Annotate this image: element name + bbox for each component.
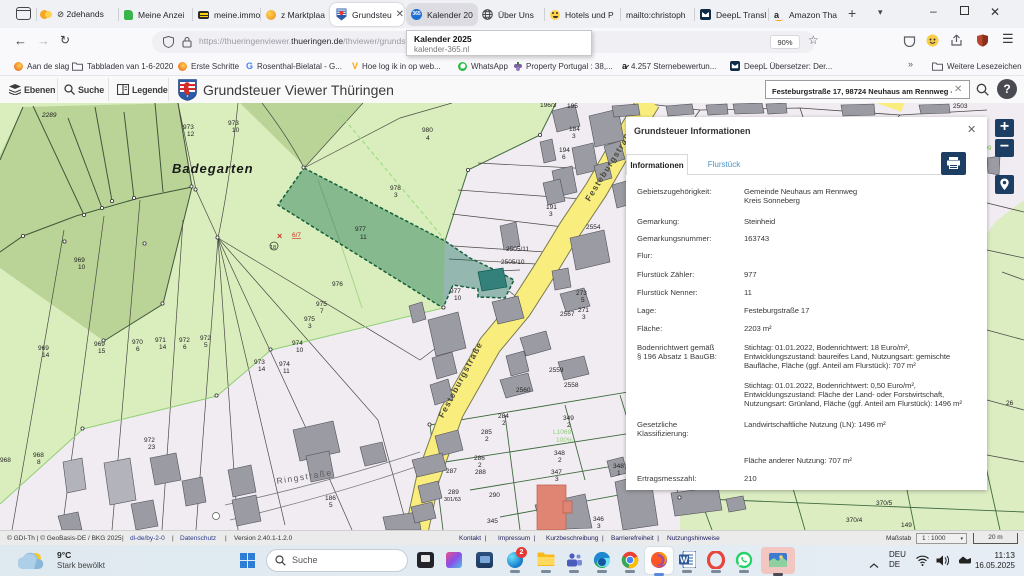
svg-text:289: 289 bbox=[448, 489, 459, 496]
svg-text:968: 968 bbox=[33, 452, 44, 459]
svg-text:271: 271 bbox=[578, 307, 589, 314]
svg-text:348: 348 bbox=[613, 463, 624, 470]
svg-text:2554: 2554 bbox=[586, 224, 601, 231]
svg-text:287: 287 bbox=[446, 468, 457, 475]
svg-text:3: 3 bbox=[597, 523, 601, 530]
svg-text:2: 2 bbox=[502, 420, 506, 427]
svg-text:973: 973 bbox=[228, 120, 239, 127]
svg-text:972: 972 bbox=[200, 335, 211, 342]
svg-text:971: 971 bbox=[155, 337, 166, 344]
svg-text:970: 970 bbox=[132, 339, 143, 346]
svg-text:2505/11: 2505/11 bbox=[506, 246, 529, 253]
svg-text:5: 5 bbox=[329, 502, 333, 509]
svg-text:10: 10 bbox=[232, 127, 240, 134]
svg-text:972: 972 bbox=[179, 337, 190, 344]
svg-text:2: 2 bbox=[558, 457, 562, 464]
svg-text:301/63: 301/63 bbox=[444, 497, 461, 503]
svg-text:346: 346 bbox=[593, 516, 604, 523]
svg-text:286: 286 bbox=[474, 455, 485, 462]
svg-text:186: 186 bbox=[325, 495, 336, 502]
svg-text:370/5: 370/5 bbox=[876, 500, 893, 507]
svg-text:974: 974 bbox=[292, 340, 303, 347]
svg-text:L1069: L1069 bbox=[553, 429, 571, 436]
svg-text:348: 348 bbox=[554, 450, 565, 457]
svg-text:975: 975 bbox=[316, 301, 327, 308]
svg-text:974: 974 bbox=[279, 361, 290, 368]
svg-text:184: 184 bbox=[569, 126, 580, 133]
svg-text:149: 149 bbox=[901, 522, 912, 529]
svg-text:977: 977 bbox=[355, 226, 366, 233]
svg-text:969: 969 bbox=[74, 257, 85, 264]
svg-text:290: 290 bbox=[489, 492, 500, 499]
svg-text:14: 14 bbox=[42, 352, 50, 359]
svg-text:285: 285 bbox=[481, 429, 492, 436]
svg-text:978: 978 bbox=[390, 185, 401, 192]
svg-text:100%: 100% bbox=[556, 437, 573, 444]
svg-text:8: 8 bbox=[37, 459, 41, 466]
svg-text:6: 6 bbox=[136, 346, 140, 353]
svg-text:969: 969 bbox=[38, 345, 49, 352]
svg-text:14: 14 bbox=[258, 366, 266, 373]
svg-text:W: W bbox=[680, 555, 689, 565]
svg-text:10: 10 bbox=[296, 347, 304, 354]
svg-text:973: 973 bbox=[183, 124, 194, 131]
svg-text:977: 977 bbox=[450, 288, 461, 295]
svg-text:968: 968 bbox=[0, 457, 11, 464]
svg-text:6: 6 bbox=[562, 154, 566, 161]
svg-text:975: 975 bbox=[304, 316, 315, 323]
svg-text:26: 26 bbox=[1006, 400, 1014, 407]
svg-text:288: 288 bbox=[475, 469, 486, 476]
svg-text:195: 195 bbox=[567, 103, 578, 110]
svg-text:347: 347 bbox=[551, 469, 562, 476]
svg-text:12: 12 bbox=[187, 131, 195, 138]
svg-text:2559: 2559 bbox=[549, 367, 564, 374]
svg-text:196/3: 196/3 bbox=[540, 103, 557, 109]
svg-text:349: 349 bbox=[563, 415, 574, 422]
svg-text:1: 1 bbox=[617, 470, 621, 477]
svg-text:5: 5 bbox=[204, 342, 208, 349]
svg-text:10: 10 bbox=[78, 264, 86, 271]
svg-text:15: 15 bbox=[98, 348, 106, 355]
svg-text:969: 969 bbox=[94, 341, 105, 348]
svg-text:345: 345 bbox=[487, 518, 498, 525]
svg-text:980: 980 bbox=[422, 127, 433, 134]
svg-text:6: 6 bbox=[183, 344, 187, 351]
svg-text:5: 5 bbox=[581, 297, 585, 304]
svg-text:2: 2 bbox=[485, 436, 489, 443]
svg-text:6/7: 6/7 bbox=[292, 232, 301, 239]
svg-text:Badegarten: Badegarten bbox=[172, 161, 254, 176]
svg-text:191: 191 bbox=[546, 204, 557, 211]
svg-text:×: × bbox=[277, 231, 282, 241]
svg-text:3: 3 bbox=[549, 211, 553, 218]
svg-text:284: 284 bbox=[498, 413, 509, 420]
svg-text:2558: 2558 bbox=[564, 382, 579, 389]
svg-text:973: 973 bbox=[254, 359, 265, 366]
svg-text:972: 972 bbox=[144, 437, 155, 444]
svg-text:11: 11 bbox=[283, 368, 290, 375]
svg-text:10: 10 bbox=[454, 295, 462, 302]
svg-text:370/4: 370/4 bbox=[846, 517, 863, 524]
svg-text:18: 18 bbox=[270, 245, 276, 251]
svg-text:4: 4 bbox=[426, 135, 430, 142]
svg-text:3: 3 bbox=[394, 192, 398, 199]
svg-text:23: 23 bbox=[148, 444, 156, 451]
svg-text:14: 14 bbox=[159, 344, 167, 351]
svg-text:3: 3 bbox=[308, 323, 312, 330]
svg-text:2503: 2503 bbox=[953, 103, 968, 110]
svg-text:273: 273 bbox=[576, 290, 587, 297]
svg-text:3: 3 bbox=[555, 476, 559, 483]
svg-text:2505/10: 2505/10 bbox=[501, 259, 525, 266]
svg-text:3: 3 bbox=[582, 314, 586, 321]
svg-text:11: 11 bbox=[360, 234, 367, 241]
svg-text:2: 2 bbox=[478, 462, 482, 469]
svg-text:2289: 2289 bbox=[41, 112, 57, 119]
svg-text:194: 194 bbox=[559, 147, 570, 154]
svg-text:2560: 2560 bbox=[516, 387, 531, 394]
svg-text:7: 7 bbox=[320, 308, 324, 315]
svg-text:3: 3 bbox=[572, 133, 576, 140]
svg-text:2567: 2567 bbox=[560, 311, 575, 318]
svg-text:976: 976 bbox=[332, 281, 343, 288]
svg-text:2: 2 bbox=[567, 422, 571, 429]
